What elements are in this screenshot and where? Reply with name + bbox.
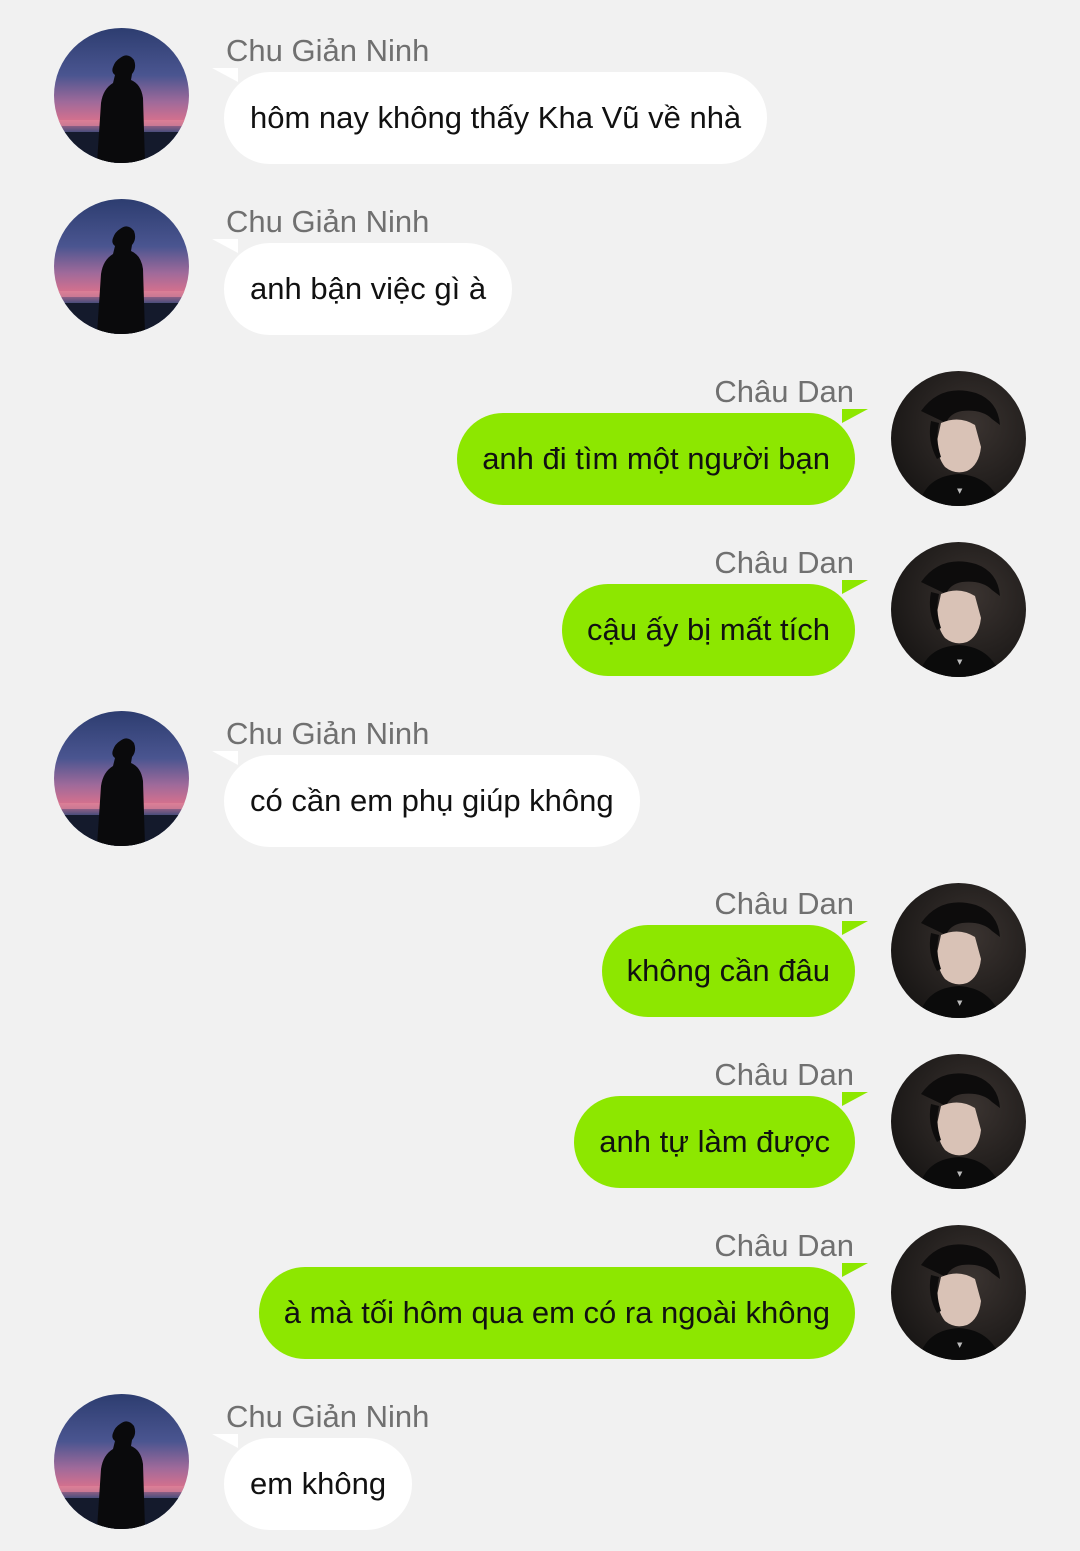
bubble-tail <box>842 921 868 935</box>
message-bubble[interactable]: có cần em phụ giúp không <box>224 755 640 847</box>
dark-portrait-avatar[interactable]: ▼ <box>891 1225 1026 1360</box>
sender-name: Chu Giản Ninh <box>226 1399 430 1434</box>
message-row: ▼ Châu Dan không cần đâu <box>0 853 1080 1018</box>
sender-name: Châu Dan <box>714 545 854 580</box>
sender-name: Chu Giản Ninh <box>226 716 430 751</box>
silhouette-sunset-avatar[interactable] <box>54 28 189 163</box>
bubble-tail <box>842 580 868 594</box>
message-bubble[interactable]: anh đi tìm một người bạn <box>457 413 855 505</box>
silhouette-sunset-avatar[interactable] <box>54 711 189 846</box>
sender-name: Chu Giản Ninh <box>226 33 430 68</box>
message-row: Chu Giản Ninh em không <box>0 1366 1080 1530</box>
sender-name: Châu Dan <box>714 374 854 409</box>
bubble-tail <box>212 1434 238 1448</box>
message-row: ▼ Châu Dan à mà tối hôm qua em có ra ngo… <box>0 1195 1080 1360</box>
bubble-tail <box>212 239 238 253</box>
message-bubble[interactable]: à mà tối hôm qua em có ra ngoài không <box>258 1267 855 1359</box>
message-row: ▼ Châu Dan anh tự làm được <box>0 1024 1080 1189</box>
svg-text:▼: ▼ <box>957 1170 963 1178</box>
dark-portrait-avatar[interactable]: ▼ <box>891 542 1026 677</box>
svg-text:▼: ▼ <box>957 487 963 495</box>
message-row: Chu Giản Ninh có cần em phụ giúp không <box>0 683 1080 847</box>
bubble-tail <box>842 409 868 423</box>
sender-name: Châu Dan <box>714 1228 854 1263</box>
bubble-tail <box>212 68 238 82</box>
dark-portrait-avatar[interactable]: ▼ <box>891 1054 1026 1189</box>
bubble-tail <box>842 1263 868 1277</box>
message-bubble[interactable]: anh bận việc gì à <box>224 243 513 335</box>
message-row: Chu Giản Ninh anh bận việc gì à <box>0 171 1080 335</box>
svg-text:▼: ▼ <box>957 1341 963 1349</box>
chat-thread[interactable]: Chu Giản Ninh hôm nay không thấy Kha Vũ … <box>0 0 1080 1551</box>
silhouette-sunset-avatar[interactable] <box>54 1394 189 1529</box>
sender-name: Chu Giản Ninh <box>226 204 430 239</box>
message-row: ▼ Châu Dan cậu ấy bị mất tích <box>0 512 1080 677</box>
svg-text:▼: ▼ <box>957 999 963 1007</box>
message-bubble[interactable]: anh tự làm được <box>574 1096 855 1188</box>
message-row: Chu Giản Ninh hôm nay không thấy Kha Vũ … <box>0 0 1080 164</box>
sender-name: Châu Dan <box>714 1057 854 1092</box>
bubble-tail <box>212 751 238 765</box>
message-bubble[interactable]: hôm nay không thấy Kha Vũ về nhà <box>224 72 768 164</box>
dark-portrait-avatar[interactable]: ▼ <box>891 883 1026 1018</box>
message-bubble[interactable]: không cần đâu <box>601 925 855 1017</box>
silhouette-sunset-avatar[interactable] <box>54 199 189 334</box>
dark-portrait-avatar[interactable]: ▼ <box>891 371 1026 506</box>
message-bubble[interactable]: cậu ấy bị mất tích <box>562 584 855 676</box>
sender-name: Châu Dan <box>714 886 854 921</box>
message-bubble[interactable]: em không <box>224 1438 413 1530</box>
svg-text:▼: ▼ <box>957 658 963 666</box>
bubble-tail <box>842 1092 868 1106</box>
message-row: ▼ Châu Dan anh đi tìm một người bạn <box>0 341 1080 506</box>
